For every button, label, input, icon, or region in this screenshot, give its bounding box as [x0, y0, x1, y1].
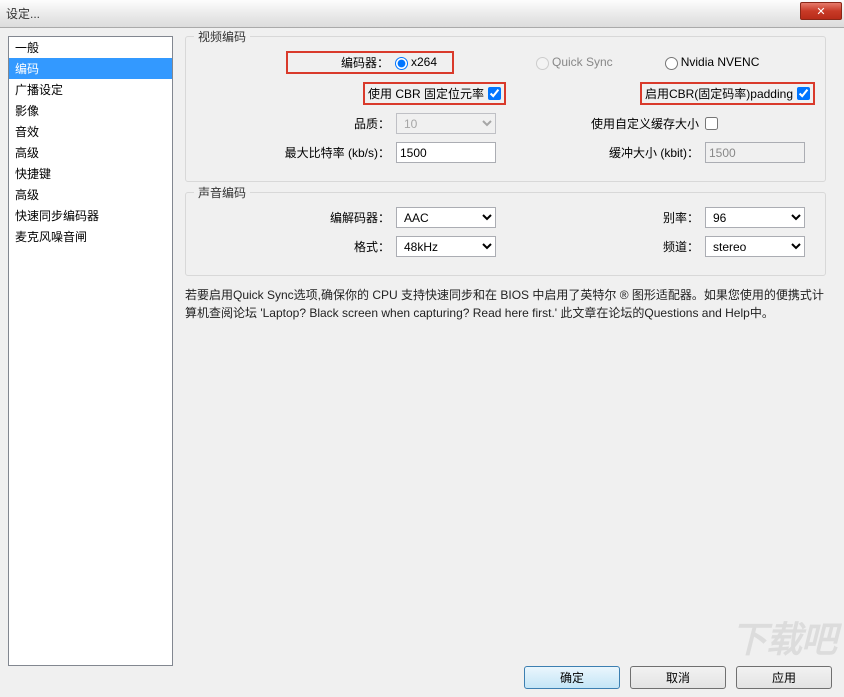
cbr-checkbox[interactable]: [488, 87, 501, 100]
encoder-nvenc-radio[interactable]: Nvidia NVENC: [665, 55, 760, 69]
max-bitrate-input[interactable]: [396, 142, 496, 163]
max-bitrate-label: 最大比特率 (kb/s)：: [196, 144, 396, 161]
cbr-padding-checkbox[interactable]: [797, 87, 810, 100]
format-select[interactable]: 48kHz: [396, 236, 496, 257]
sidebar-item-broadcast[interactable]: 广播设定: [9, 79, 172, 100]
encoder-quicksync-radio[interactable]: Quick Sync: [536, 55, 613, 69]
encoder-highlight: 编码器： x264: [286, 51, 454, 74]
window-title: 设定...: [6, 5, 40, 22]
sidebar-item-audio[interactable]: 音效: [9, 121, 172, 142]
custom-buffer-label: 使用自定义缓存大小: [506, 115, 705, 132]
window-body: 一般 编码 广播设定 影像 音效 高级 快捷键 高级 快速同步编码器 麦克风噪音…: [0, 28, 844, 658]
quality-select[interactable]: 10: [396, 113, 496, 134]
bitrate-label: 别率：: [506, 209, 705, 226]
codec-select[interactable]: AAC: [396, 207, 496, 228]
ok-button[interactable]: 确定: [524, 666, 620, 689]
channel-label: 频道：: [506, 238, 705, 255]
encoder-x264-radio[interactable]: x264: [395, 55, 437, 69]
info-text: 若要启用Quick Sync选项,确保你的 CPU 支持快速同步和在 BIOS …: [185, 286, 826, 322]
codec-label: 编解码器：: [196, 209, 396, 226]
cbr-label: 使用 CBR 固定位元率: [368, 85, 484, 102]
sidebar-item-encoding[interactable]: 编码: [9, 58, 172, 79]
close-icon: ✕: [816, 5, 825, 18]
buffer-size-input[interactable]: [705, 142, 805, 163]
sidebar-item-general[interactable]: 一般: [9, 37, 172, 58]
custom-buffer-checkbox[interactable]: [705, 117, 718, 130]
cbr-padding-label: 启用CBR(固定码率)padding: [645, 85, 793, 102]
sidebar-item-advanced[interactable]: 高级: [9, 142, 172, 163]
quality-label: 品质：: [196, 115, 396, 132]
channel-select[interactable]: stereo: [705, 236, 805, 257]
quicksync-radio-input[interactable]: [536, 57, 549, 70]
nvenc-radio-input[interactable]: [665, 57, 678, 70]
titlebar: 设定... ✕: [0, 0, 844, 28]
video-fieldset: 视频编码 编码器： x264 Quick Sync N: [185, 36, 826, 182]
audio-fieldset: 声音编码 编解码器： AAC 别率： 96: [185, 192, 826, 276]
button-row: 确定 取消 应用: [524, 666, 832, 689]
sidebar-item-advanced2[interactable]: 高级: [9, 184, 172, 205]
sidebar-item-noisegate[interactable]: 麦克风噪音闸: [9, 226, 172, 247]
encoder-label: 编码器：: [291, 54, 395, 71]
cbr-padding-highlight: 启用CBR(固定码率)padding: [640, 82, 815, 105]
video-legend: 视频编码: [194, 28, 250, 45]
sidebar: 一般 编码 广播设定 影像 音效 高级 快捷键 高级 快速同步编码器 麦克风噪音…: [8, 36, 173, 666]
bitrate-select[interactable]: 96: [705, 207, 805, 228]
sidebar-item-quicksync[interactable]: 快速同步编码器: [9, 205, 172, 226]
x264-radio-input[interactable]: [395, 57, 408, 70]
buffer-size-label: 缓冲大小 (kbit)：: [506, 144, 705, 161]
cancel-button[interactable]: 取消: [630, 666, 726, 689]
format-label: 格式：: [196, 238, 396, 255]
sidebar-item-video[interactable]: 影像: [9, 100, 172, 121]
audio-legend: 声音编码: [194, 184, 250, 201]
close-button[interactable]: ✕: [800, 2, 842, 20]
cbr-highlight: 使用 CBR 固定位元率: [363, 82, 506, 105]
sidebar-item-hotkeys[interactable]: 快捷键: [9, 163, 172, 184]
content-panel: 视频编码 编码器： x264 Quick Sync N: [185, 36, 836, 650]
apply-button[interactable]: 应用: [736, 666, 832, 689]
